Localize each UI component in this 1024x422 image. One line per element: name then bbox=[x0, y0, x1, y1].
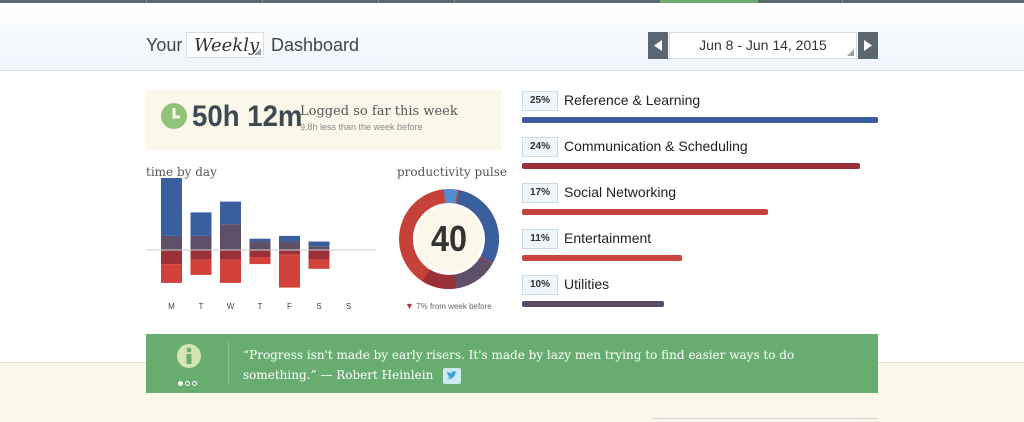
day-bar-segment[interactable] bbox=[190, 259, 212, 275]
category-percent: 10% bbox=[522, 275, 558, 295]
category-bar bbox=[522, 301, 665, 307]
category-row[interactable]: 10% Utilities bbox=[522, 275, 878, 315]
day-bar-segment[interactable] bbox=[190, 235, 212, 250]
day-bar-segment[interactable] bbox=[220, 259, 241, 283]
day-bar-segment[interactable] bbox=[308, 241, 330, 247]
pulse-change: ▼ 7% from week before bbox=[405, 301, 492, 311]
title-suffix: Dashboard bbox=[271, 35, 360, 55]
category-bar bbox=[522, 117, 878, 123]
day-bar-segment[interactable] bbox=[249, 238, 271, 242]
pager-dot[interactable] bbox=[185, 381, 190, 386]
day-bar-segment[interactable] bbox=[249, 241, 271, 250]
clock-icon bbox=[161, 103, 187, 129]
period-value: Weekly bbox=[194, 35, 260, 56]
category-bar bbox=[522, 163, 861, 169]
day-label: T bbox=[199, 302, 204, 311]
twitter-icon bbox=[447, 370, 458, 379]
day-label: F bbox=[287, 302, 292, 311]
category-name[interactable]: Social Networking bbox=[564, 184, 676, 200]
day-label: T bbox=[258, 302, 263, 311]
day-bar-segment[interactable] bbox=[161, 250, 182, 265]
time-summary: 50h 12m Logged so far this week 9.8h les… bbox=[146, 90, 501, 150]
quote-text: “Progress isn't made by early risers. It… bbox=[243, 348, 795, 382]
select-arrow-icon bbox=[254, 48, 261, 55]
day-bar-segment[interactable] bbox=[279, 250, 300, 255]
date-range-value: Jun 8 - Jun 14, 2015 bbox=[699, 37, 827, 53]
day-bar-segment[interactable] bbox=[249, 250, 271, 258]
day-bar-segment[interactable] bbox=[308, 250, 330, 260]
bottom-tab-strip[interactable] bbox=[652, 418, 878, 422]
category-row[interactable]: 11% Entertainment bbox=[522, 229, 878, 269]
category-name[interactable]: Entertainment bbox=[564, 230, 651, 246]
day-bar-segment[interactable] bbox=[279, 254, 300, 288]
day-bar-segment[interactable] bbox=[220, 224, 241, 250]
week-comparison: 9.8h less than the week before bbox=[300, 122, 423, 132]
productivity-pulse-label: productivity pulse bbox=[397, 165, 507, 179]
time-by-day-chart[interactable]: MTWTFSS bbox=[146, 178, 378, 318]
arrow-down-icon: ▼ bbox=[405, 301, 414, 311]
quote-banner: “Progress isn't made by early risers. It… bbox=[146, 334, 878, 393]
day-bar-segment[interactable] bbox=[279, 241, 300, 250]
day-bar-segment[interactable] bbox=[220, 201, 241, 225]
category-percent: 17% bbox=[522, 183, 558, 203]
day-bar-segment[interactable] bbox=[279, 235, 300, 242]
category-row[interactable]: 25% Reference & Learning bbox=[522, 91, 878, 131]
quote-pager[interactable] bbox=[178, 373, 199, 391]
chevron-right-icon bbox=[864, 40, 872, 51]
pager-dot[interactable] bbox=[192, 381, 197, 386]
pulse-change-text: 7% from week before bbox=[416, 302, 492, 311]
day-label: S bbox=[346, 302, 351, 311]
logged-caption: Logged so far this week bbox=[300, 104, 458, 119]
day-bar-segment[interactable] bbox=[308, 246, 330, 250]
category-percent: 25% bbox=[522, 91, 558, 111]
day-bar-segment[interactable] bbox=[220, 250, 241, 260]
day-label: M bbox=[168, 302, 175, 311]
category-row[interactable]: 24% Communication & Scheduling bbox=[522, 137, 878, 177]
select-arrow-icon bbox=[847, 49, 854, 56]
day-bar-segment[interactable] bbox=[190, 212, 212, 236]
quote-divider bbox=[228, 342, 229, 385]
day-label: S bbox=[316, 302, 321, 311]
category-bar bbox=[522, 209, 768, 215]
category-name[interactable]: Reference & Learning bbox=[564, 92, 700, 108]
previous-week-button[interactable] bbox=[648, 32, 668, 59]
category-name[interactable]: Utilities bbox=[564, 276, 609, 292]
period-select[interactable]: Weekly bbox=[186, 32, 264, 58]
day-bar-segment[interactable] bbox=[161, 178, 182, 236]
twitter-share-button[interactable] bbox=[443, 367, 462, 384]
category-bar bbox=[522, 255, 683, 261]
day-bar-segment[interactable] bbox=[190, 250, 212, 260]
day-bar-segment[interactable] bbox=[249, 257, 271, 265]
quote-text-block: “Progress isn't made by early risers. It… bbox=[243, 345, 843, 385]
title-prefix: Your bbox=[146, 35, 183, 55]
day-bar-segment[interactable] bbox=[161, 264, 182, 283]
category-percent: 24% bbox=[522, 137, 558, 157]
next-week-button[interactable] bbox=[858, 32, 878, 59]
time-by-day-label: time by day bbox=[146, 165, 217, 179]
category-percent: 11% bbox=[522, 229, 558, 249]
day-bar-segment[interactable] bbox=[161, 235, 182, 250]
dashboard-header: Your Weekly Dashboard Jun 8 - Jun 14, 20… bbox=[0, 3, 1024, 71]
chevron-left-icon bbox=[654, 40, 662, 51]
date-range-select[interactable]: Jun 8 - Jun 14, 2015 bbox=[669, 32, 857, 59]
category-row[interactable]: 17% Social Networking bbox=[522, 183, 878, 223]
day-label: W bbox=[227, 302, 235, 311]
day-bar-segment[interactable] bbox=[308, 259, 330, 269]
total-time: 50h 12m bbox=[192, 100, 303, 133]
pulse-score: 40 bbox=[430, 218, 468, 259]
pager-dot[interactable] bbox=[178, 381, 183, 386]
category-name[interactable]: Communication & Scheduling bbox=[564, 138, 748, 154]
date-navigator: Jun 8 - Jun 14, 2015 bbox=[648, 32, 878, 59]
info-icon[interactable] bbox=[176, 343, 202, 369]
